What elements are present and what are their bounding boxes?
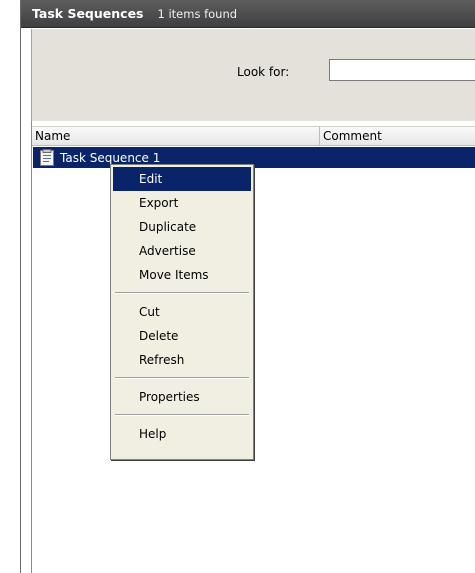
look-for-label: Look for: xyxy=(237,65,290,79)
row-name: Task Sequence 1 xyxy=(60,150,161,165)
menu-separator xyxy=(115,292,249,294)
menu-item-cut[interactable]: Cut xyxy=(113,300,251,324)
menu-item-duplicate[interactable]: Duplicate xyxy=(113,215,251,239)
search-panel: Look for: xyxy=(31,29,475,121)
menu-item-edit[interactable]: Edit xyxy=(113,167,251,191)
menu-item-move-items[interactable]: Move Items xyxy=(113,263,251,287)
menu-item-advertise[interactable]: Advertise xyxy=(113,239,251,263)
menu-item-export[interactable]: Export xyxy=(113,191,251,215)
column-header-comment[interactable]: Comment xyxy=(320,127,475,145)
look-for-input[interactable] xyxy=(329,59,475,81)
task-sequence-icon xyxy=(39,149,55,166)
menu-item-properties[interactable]: Properties xyxy=(113,385,251,409)
window-title: Task Sequences xyxy=(32,6,144,21)
menu-separator xyxy=(115,414,249,416)
column-header-name[interactable]: Name xyxy=(32,127,320,145)
menu-item-help[interactable]: Help xyxy=(113,422,251,446)
menu-item-refresh[interactable]: Refresh xyxy=(113,348,251,372)
menu-item-delete[interactable]: Delete xyxy=(113,324,251,348)
items-found-count: 1 items found xyxy=(157,6,238,21)
table-row[interactable]: Task Sequence 1 xyxy=(33,147,475,168)
list-header: Name Comment xyxy=(32,126,475,146)
menu-separator xyxy=(115,377,249,379)
context-menu: Edit Export Duplicate Advertise Move Ite… xyxy=(110,164,254,460)
title-bar: Task Sequences 1 items found xyxy=(21,0,475,28)
